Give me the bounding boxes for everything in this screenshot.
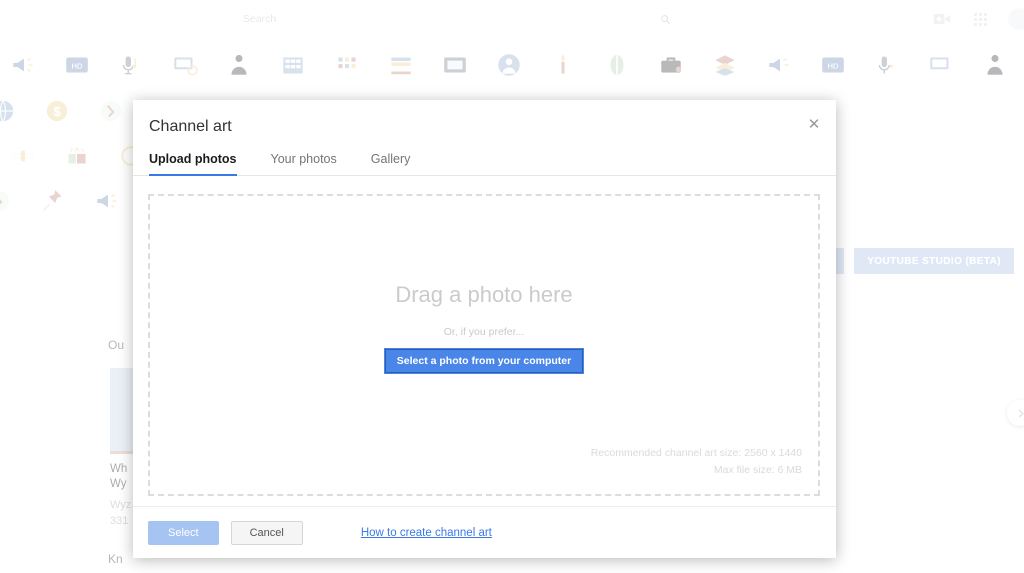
dropzone-headline: Drag a photo here	[395, 282, 572, 308]
dialog-body: Drag a photo here Or, if you prefer... S…	[133, 176, 836, 506]
channel-art-dialog: Channel art ✕ Upload photos Your photos …	[133, 100, 836, 558]
tab-gallery[interactable]: Gallery	[371, 152, 427, 175]
dialog-tabs: Upload photos Your photos Gallery	[133, 152, 836, 176]
how-to-create-channel-art-link[interactable]: How to create channel art	[361, 527, 492, 539]
screen: HD HD	[0, 0, 1024, 573]
cancel-button[interactable]: Cancel	[231, 521, 303, 545]
recommended-size-note: Recommended channel art size: 2560 x 144…	[591, 445, 802, 461]
close-icon: ✕	[808, 117, 821, 132]
photo-dropzone[interactable]: Drag a photo here Or, if you prefer... S…	[148, 194, 820, 496]
dialog-footer: Select Cancel How to create channel art	[133, 506, 836, 558]
dropzone-notes: Recommended channel art size: 2560 x 144…	[591, 445, 802, 478]
tab-upload-photos[interactable]: Upload photos	[149, 152, 253, 175]
select-photo-from-computer-button[interactable]: Select a photo from your computer	[385, 349, 583, 373]
dropzone-subtext: Or, if you prefer...	[444, 326, 525, 338]
max-file-size-note: Max file size: 6 MB	[591, 462, 802, 478]
dialog-title: Channel art	[149, 118, 816, 136]
dialog-header: Channel art ✕	[133, 100, 836, 136]
select-button[interactable]: Select	[148, 521, 219, 545]
tab-your-photos[interactable]: Your photos	[271, 152, 353, 175]
close-button[interactable]: ✕	[804, 114, 824, 134]
